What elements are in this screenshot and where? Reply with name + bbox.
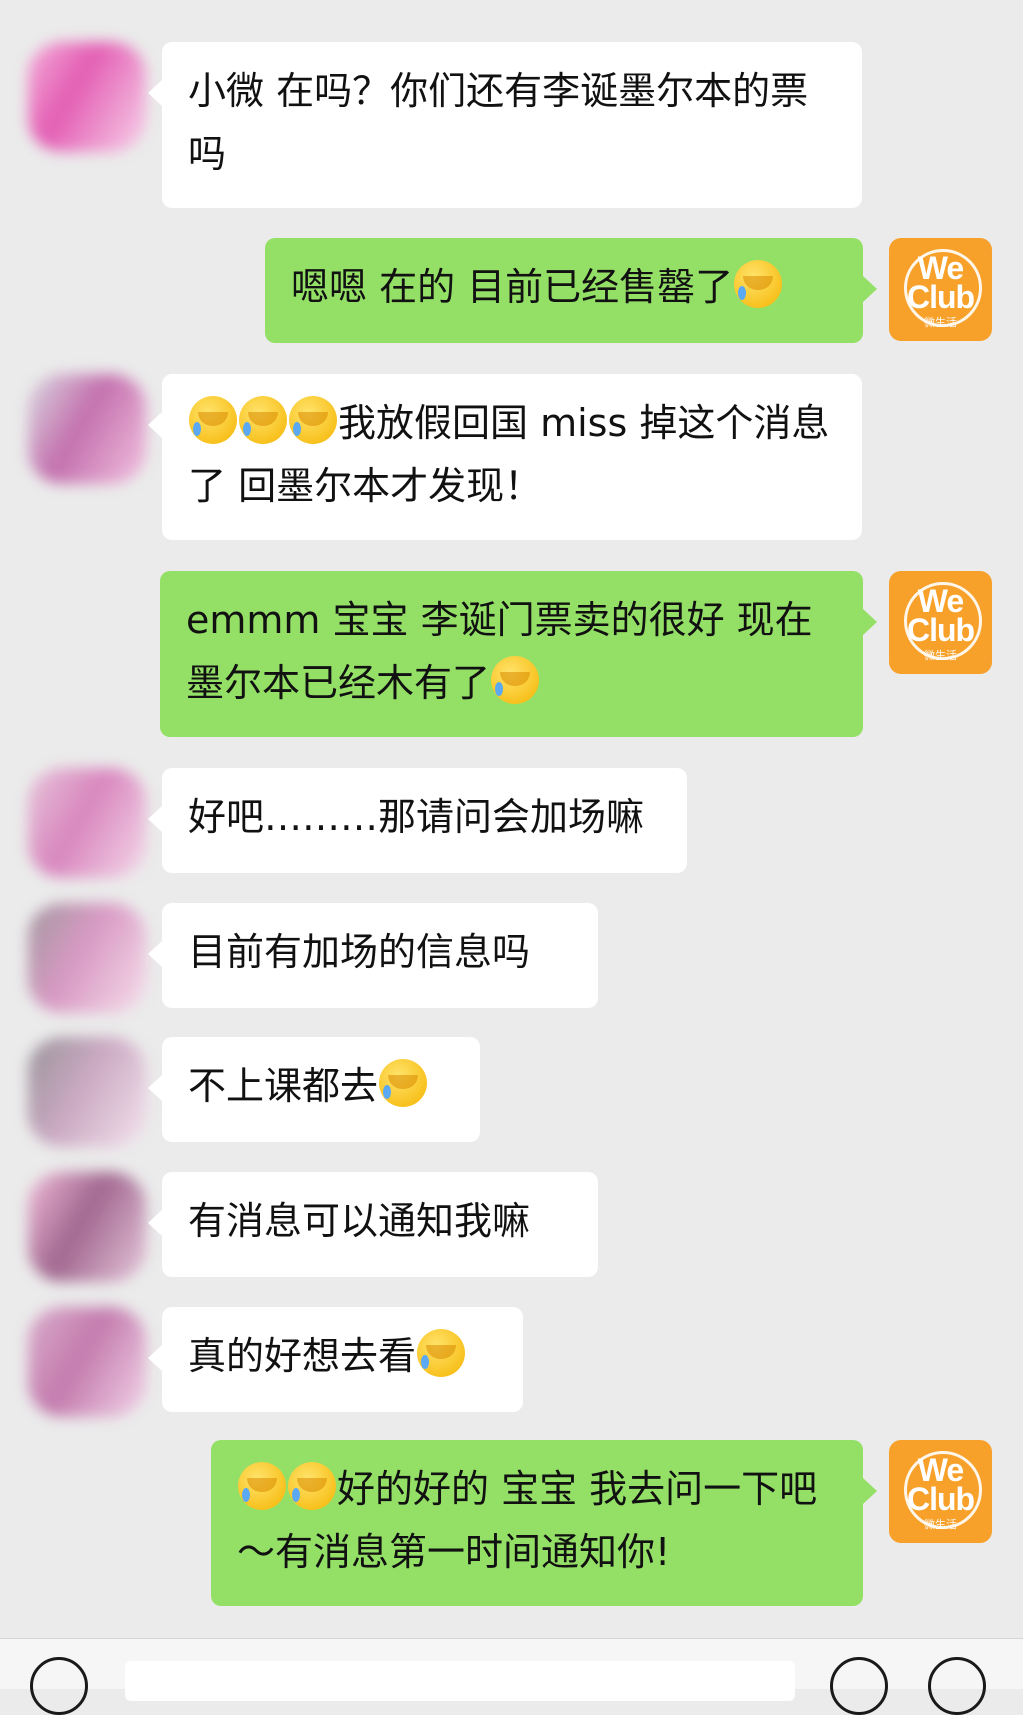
message-bubble-incoming[interactable]: 有消息可以通知我嘛: [148, 1172, 598, 1277]
weclub-avatar[interactable]: We Club 微生活: [889, 1440, 992, 1543]
weclub-avatar[interactable]: We Club 微生活: [889, 571, 992, 674]
message-input[interactable]: [125, 1661, 795, 1701]
more-options-button[interactable]: [928, 1657, 986, 1715]
message-bubble-incoming[interactable]: 目前有加场的信息吗: [148, 903, 598, 1008]
user-avatar[interactable]: [28, 42, 146, 152]
message-bubble-outgoing[interactable]: 嗯嗯 在的 目前已经售罄了: [265, 238, 877, 343]
chat-input-bar: [0, 1638, 1023, 1715]
voice-toggle-button[interactable]: [30, 1657, 88, 1715]
face-palm-emoji-icon: [238, 1462, 286, 1510]
message-bubble-incoming[interactable]: 好吧………那请问会加场嘛: [148, 768, 687, 873]
face-palm-emoji-icon: [239, 396, 287, 444]
message-bubble-incoming[interactable]: 不上课都去: [148, 1037, 480, 1142]
face-palm-emoji-icon: [417, 1329, 466, 1377]
face-palm-emoji-icon: [288, 1462, 336, 1510]
message-bubble-outgoing[interactable]: 好的好的 宝宝 我去问一下吧～有消息第一时间通知你!: [211, 1440, 877, 1606]
message-text: 好吧………那请问会加场嘛: [188, 795, 645, 839]
message-bubble-incoming[interactable]: 小微 在吗？你们还有李诞墨尔本的票吗: [148, 42, 862, 208]
user-avatar[interactable]: [28, 768, 146, 878]
message-text: 嗯嗯 在的 目前已经售罄了: [291, 265, 734, 309]
message-text: 不上课都去: [188, 1064, 379, 1108]
message-text: 小微 在吗？你们还有李诞墨尔本的票吗: [188, 69, 809, 176]
face-palm-emoji-icon: [289, 396, 337, 444]
message-text: 有消息可以通知我嘛: [188, 1199, 531, 1243]
message-bubble-outgoing[interactable]: emmm 宝宝 李诞门票卖的很好 现在墨尔本已经木有了: [160, 571, 877, 737]
weclub-avatar[interactable]: We Club 微生活: [889, 238, 992, 341]
chat-message-list[interactable]: 小微 在吗？你们还有李诞墨尔本的票吗 嗯嗯 在的 目前已经售罄了 We Club…: [0, 0, 1023, 1638]
face-palm-emoji-icon: [734, 260, 783, 308]
face-palm-emoji-icon: [189, 396, 237, 444]
tears-of-joy-emoji-icon: [379, 1059, 428, 1107]
face-palm-emoji-icon: [491, 656, 540, 704]
user-avatar[interactable]: [28, 374, 146, 484]
user-avatar[interactable]: [28, 903, 146, 1013]
user-avatar[interactable]: [28, 1172, 146, 1282]
message-bubble-incoming[interactable]: 我放假回国 miss 掉这个消息了 回墨尔本才发现！: [148, 374, 862, 540]
user-avatar[interactable]: [28, 1037, 146, 1147]
user-avatar[interactable]: [28, 1307, 146, 1417]
message-text: 目前有加场的信息吗: [188, 930, 531, 974]
message-bubble-incoming[interactable]: 真的好想去看: [148, 1307, 523, 1412]
message-text: 真的好想去看: [188, 1334, 417, 1378]
emoji-button[interactable]: [830, 1657, 888, 1715]
